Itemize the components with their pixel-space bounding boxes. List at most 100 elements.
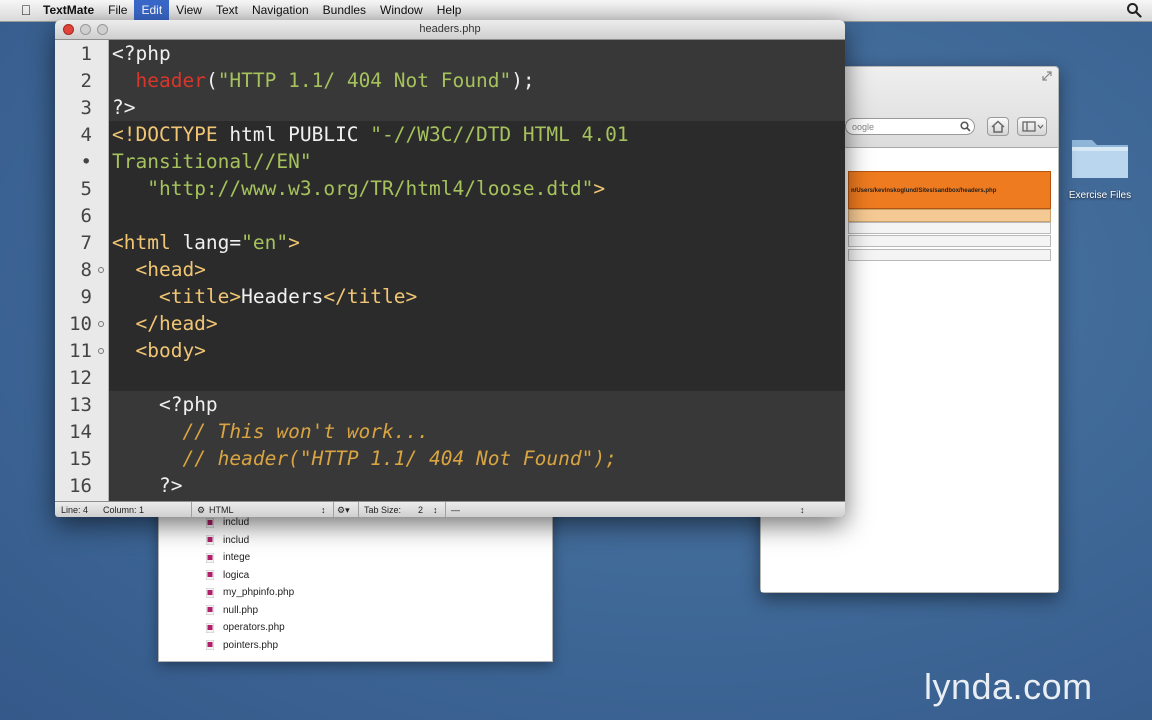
- php-file-icon: [206, 605, 214, 616]
- list-item[interactable]: includ: [159, 532, 552, 550]
- php-file-icon: [206, 535, 214, 546]
- line-number: 1: [80, 43, 92, 65]
- menu-navigation[interactable]: Navigation: [245, 0, 316, 21]
- line-number: 3: [80, 97, 92, 119]
- textmate-editor-window[interactable]: headers.php 1 2 3 4 • 5 6 7 8 9 10 11 12…: [55, 20, 845, 517]
- line-number: 7: [80, 232, 92, 254]
- status-line: Line: 4: [61, 505, 89, 515]
- line-number: 9: [80, 286, 92, 308]
- menu-help[interactable]: Help: [430, 0, 469, 21]
- sidebar-toggle-button[interactable]: [1017, 117, 1047, 136]
- table-row: [848, 222, 1051, 234]
- code-line-7: <html lang="en">: [112, 231, 300, 254]
- line-number: 10: [55, 310, 108, 337]
- apple-icon[interactable]: : [16, 0, 36, 21]
- code-line-4: <!DOCTYPE html PUBLIC "-//W3C//DTD HTML …: [112, 123, 629, 146]
- list-item[interactable]: pointers.php: [159, 637, 552, 655]
- list-item[interactable]: logica: [159, 567, 552, 585]
- table-row: [848, 249, 1051, 261]
- code-line-16: ?>: [158, 474, 183, 497]
- folder-icon[interactable]: [1070, 132, 1130, 180]
- code-editor[interactable]: <?php header("HTTP 1.1/ 404 Not Found");…: [109, 40, 845, 501]
- sidebar-icon: [1022, 121, 1044, 132]
- menu-edit[interactable]: Edit: [134, 0, 170, 21]
- divider: [445, 502, 446, 517]
- editor-status-bar: Line: 4 Column: 1 ⚙ HTML ↕ ⚙▾ Tab Size: …: [55, 501, 845, 517]
- php-file-icon: [206, 552, 214, 563]
- file-name: pointers.php: [223, 639, 279, 651]
- fullscreen-icon[interactable]: [1042, 71, 1052, 81]
- symbol-arrows-icon[interactable]: ↕: [800, 502, 805, 517]
- line-number: 11: [55, 337, 108, 364]
- code-line-11: <body>: [135, 339, 206, 362]
- php-file-icon: [206, 640, 214, 651]
- line-number: 14: [69, 421, 92, 443]
- menu-bundles[interactable]: Bundles: [316, 0, 373, 21]
- browser-search-input[interactable]: oogle: [845, 118, 975, 135]
- code-line-4-wrap: Transitional//EN": [112, 150, 312, 173]
- file-name: includ: [223, 517, 250, 529]
- file-list: includ includ intege logica my_phpinfo.p…: [159, 514, 552, 654]
- file-name: operators.php: [223, 622, 285, 634]
- line-number: 4: [80, 124, 92, 146]
- divider: [333, 502, 334, 517]
- list-item[interactable]: null.php: [159, 602, 552, 620]
- code-line-14: // This won't work...: [182, 420, 429, 443]
- fold-marker-icon[interactable]: [98, 267, 104, 273]
- line-number: 13: [69, 394, 92, 416]
- menu-bar:  TextMate File Edit View Text Navigatio…: [0, 0, 1152, 22]
- php-file-icon: [206, 587, 214, 598]
- search-icon[interactable]: [960, 121, 971, 132]
- tab-size-value[interactable]: 2: [418, 502, 423, 517]
- code-line-3: ?>: [112, 96, 136, 119]
- code-line-9: <title>Headers</title>: [158, 285, 418, 308]
- divider: [358, 502, 359, 517]
- error-header-bar: n/Users/kevinskoglund/Sites/sandbox/head…: [848, 171, 1051, 209]
- list-item[interactable]: my_phpinfo.php: [159, 584, 552, 602]
- updown-arrows-icon: ↕: [321, 505, 326, 515]
- code-line-13: <?php: [158, 393, 218, 416]
- php-file-icon: [206, 622, 214, 633]
- file-name: includ: [223, 534, 250, 546]
- menu-view[interactable]: View: [169, 0, 209, 21]
- php-file-icon: [206, 570, 214, 581]
- file-name: intege: [223, 552, 251, 564]
- lynda-watermark: lynda.com: [924, 666, 1093, 707]
- bundle-gear-icon[interactable]: ⚙▾: [337, 502, 350, 517]
- code-line-15: // header("HTTP 1.1/ 404 Not Found");: [182, 447, 617, 470]
- menu-file[interactable]: File: [101, 0, 134, 21]
- fold-marker-icon[interactable]: [98, 321, 104, 327]
- menu-text[interactable]: Text: [209, 0, 245, 21]
- editor-titlebar[interactable]: headers.php: [55, 20, 845, 40]
- minimize-window-button[interactable]: [80, 24, 91, 35]
- home-button[interactable]: [987, 117, 1009, 136]
- code-line-10: </head>: [135, 312, 218, 335]
- line-number: 6: [80, 205, 92, 227]
- zoom-window-button[interactable]: [97, 24, 108, 35]
- error-subheader: [848, 209, 1051, 222]
- line-number: 12: [69, 367, 92, 389]
- table-row: [848, 235, 1051, 247]
- folder-label[interactable]: Exercise Files: [1058, 190, 1142, 201]
- file-name: logica: [223, 569, 250, 581]
- php-file-icon: [206, 517, 214, 528]
- spotlight-search-icon[interactable]: [1126, 2, 1142, 18]
- tab-size-arrows-icon[interactable]: ↕: [433, 502, 438, 517]
- project-drawer: includ includ intege logica my_phpinfo.p…: [158, 505, 553, 662]
- list-item[interactable]: intege: [159, 549, 552, 567]
- symbol-selector[interactable]: —: [451, 502, 460, 517]
- close-window-button[interactable]: [63, 24, 74, 35]
- code-line-1: <?php: [112, 42, 171, 65]
- code-line-2: header("HTTP 1.1/ 404 Not Found");: [135, 69, 535, 92]
- file-name: null.php: [223, 604, 259, 616]
- menu-window[interactable]: Window: [373, 0, 430, 21]
- code-line-8: <head>: [135, 258, 206, 281]
- line-number: •: [80, 151, 92, 173]
- menu-app-textmate[interactable]: TextMate: [36, 0, 101, 21]
- line-number: 16: [69, 475, 92, 497]
- line-number-gutter[interactable]: 1 2 3 4 • 5 6 7 8 9 10 11 12 13 14 15 16: [55, 40, 109, 501]
- code-line-5: "http://www.w3.org/TR/html4/loose.dtd">: [147, 177, 606, 200]
- list-item[interactable]: operators.php: [159, 619, 552, 637]
- settings-icon: ⚙: [197, 505, 206, 515]
- fold-marker-icon[interactable]: [98, 348, 104, 354]
